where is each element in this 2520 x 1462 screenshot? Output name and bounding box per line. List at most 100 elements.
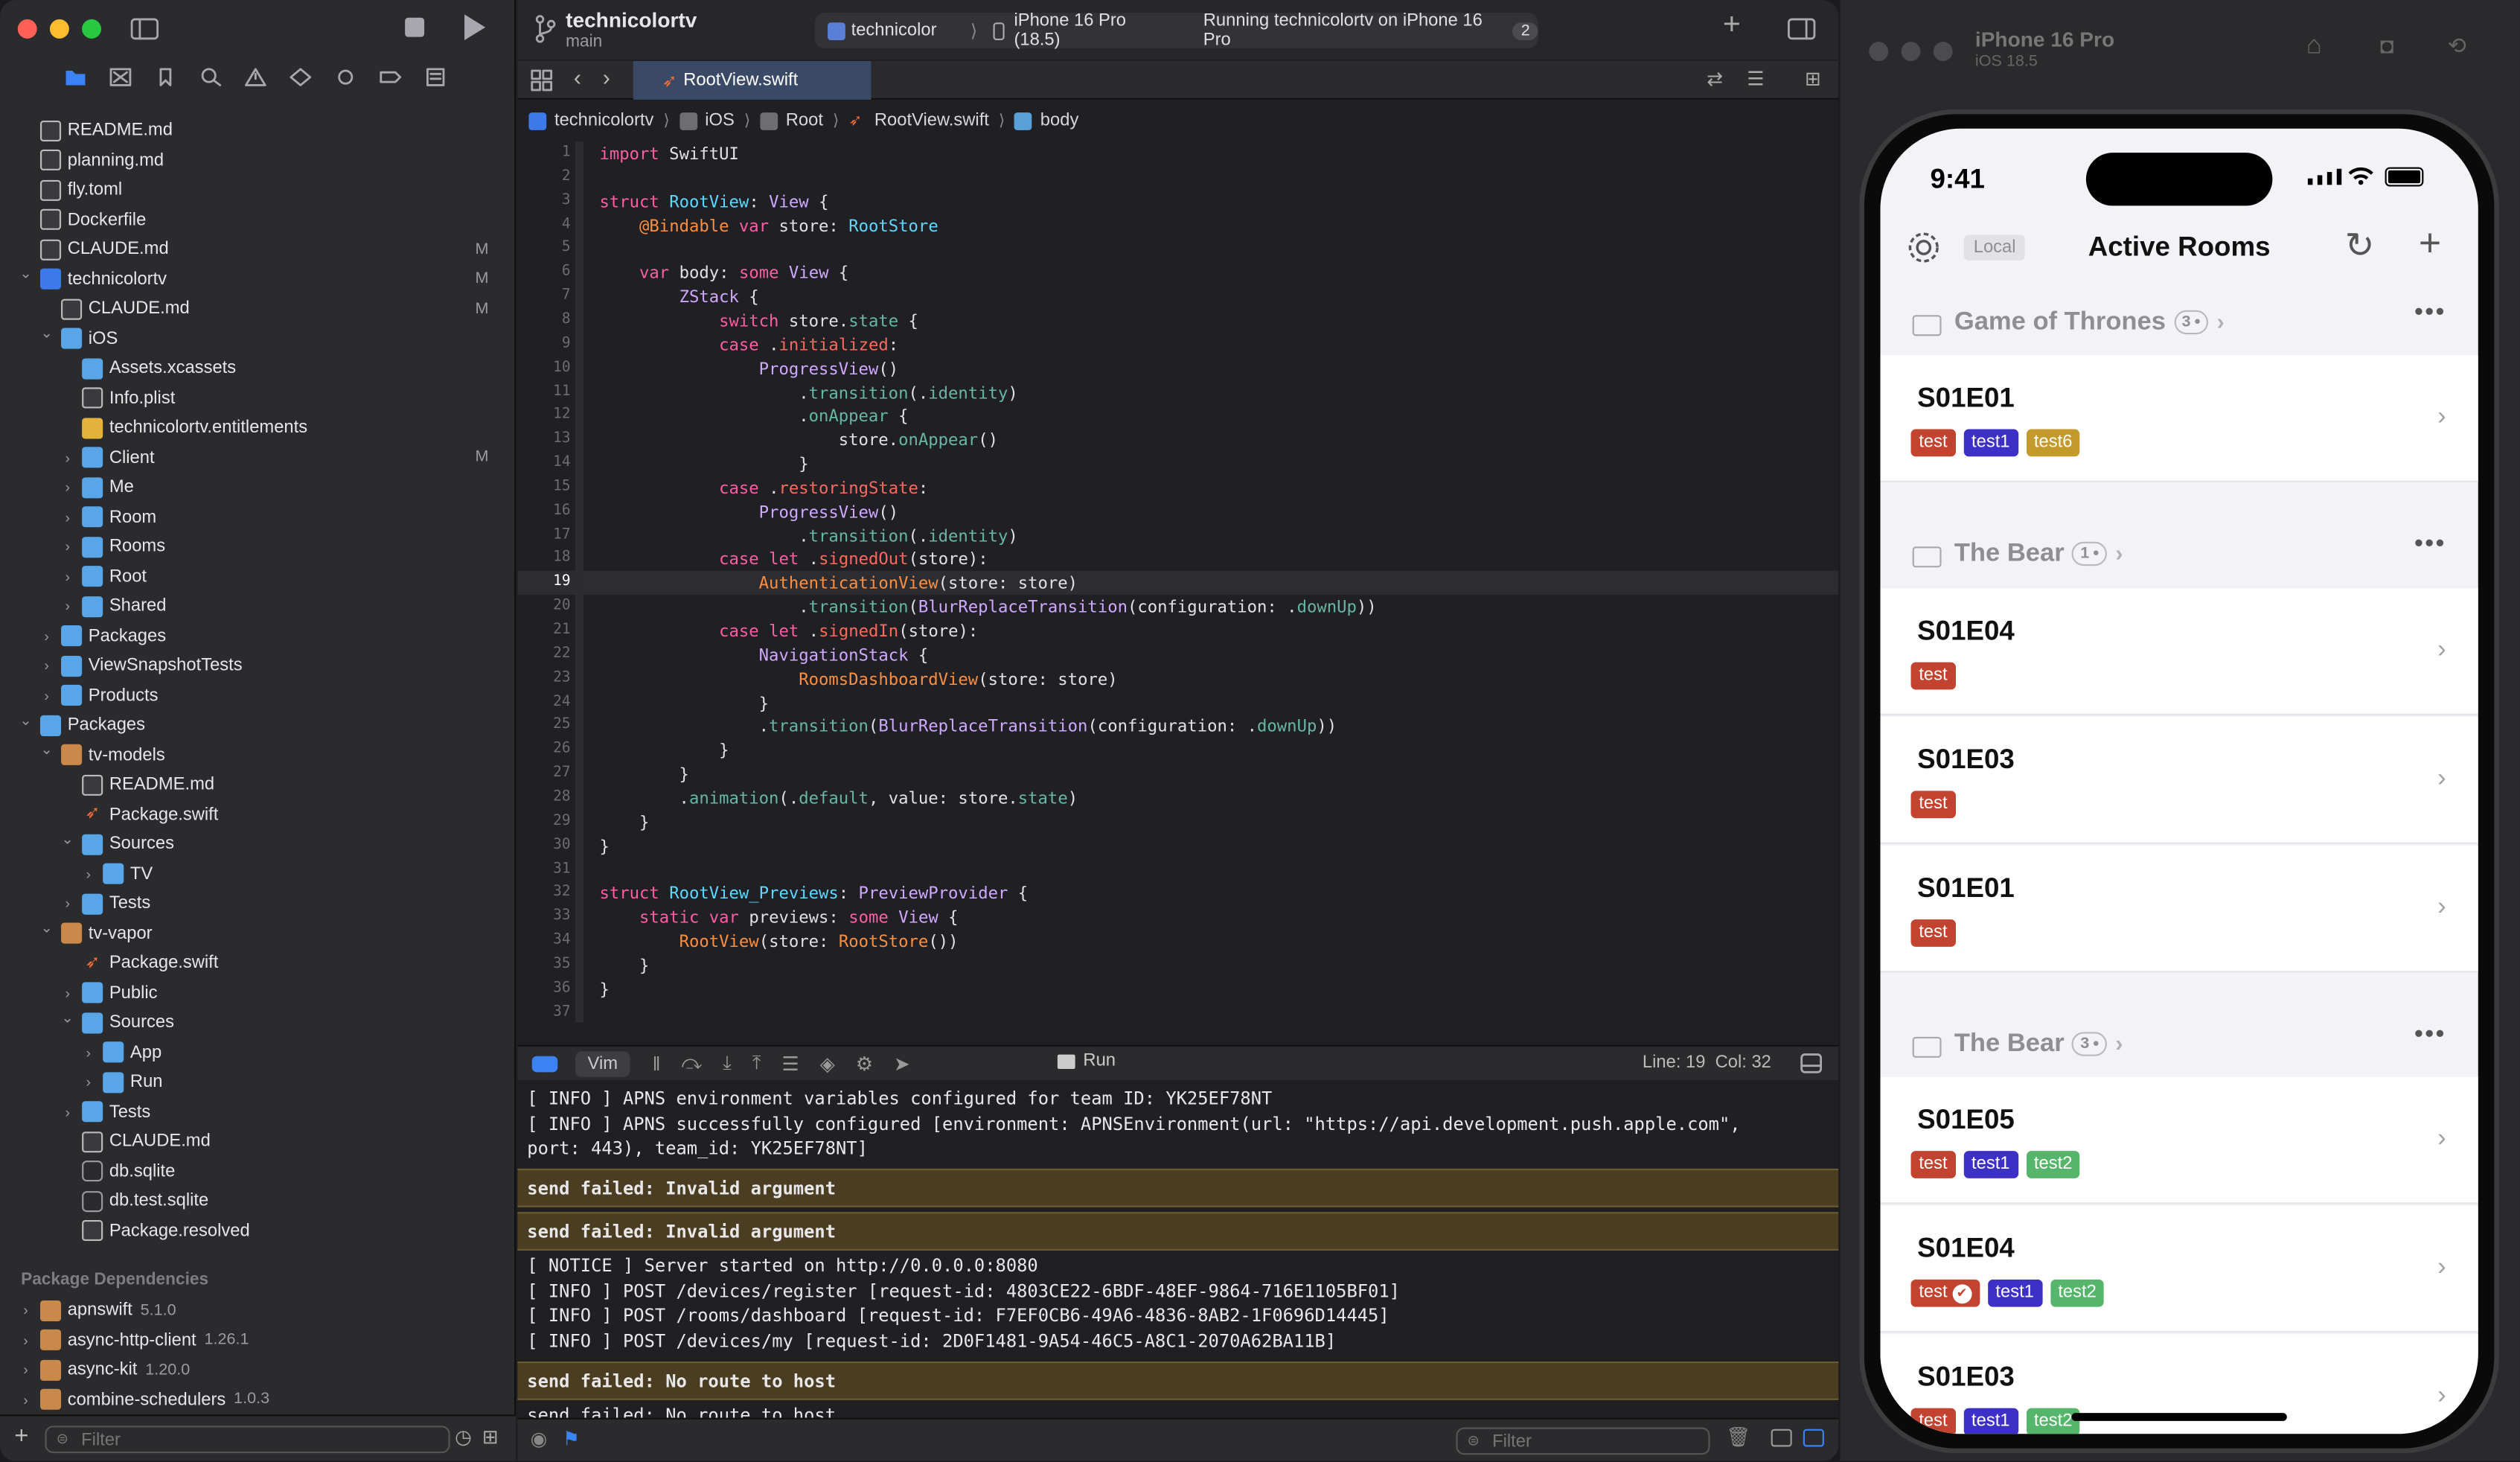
stop-icon[interactable]: [405, 17, 425, 37]
tag-badge[interactable]: test: [1910, 429, 1956, 457]
code-line[interactable]: 22 NavigationStack {: [517, 646, 1838, 670]
sidebar-item[interactable]: CLAUDE.md: [60, 1127, 516, 1157]
zoom-window-button[interactable]: [1933, 42, 1953, 62]
sidebar-item[interactable]: technicolortv.entitlements: [60, 413, 516, 443]
vim-mode-badge[interactable]: Vim: [575, 1051, 630, 1077]
code-line[interactable]: 18 case let .signedOut(store):: [517, 550, 1838, 574]
step-over-icon[interactable]: ⤼: [682, 1051, 703, 1075]
eye-icon[interactable]: ◉: [531, 1428, 548, 1450]
console-filter-input[interactable]: [1492, 1431, 1686, 1451]
console-filter-field[interactable]: ⊜: [1456, 1427, 1710, 1455]
code-line[interactable]: 20 .transition(BlurReplaceTransition(con…: [517, 598, 1838, 622]
code-line[interactable]: 9 case .initialized:: [517, 336, 1838, 360]
sidebar-item[interactable]: › Tests: [60, 1097, 516, 1127]
chevron-right-icon[interactable]: ›: [39, 658, 55, 674]
chevron-right-icon[interactable]: ›: [60, 896, 76, 912]
code-line[interactable]: 23 RoomsDashboardView(store: store): [517, 670, 1838, 694]
view-hierarchy-icon[interactable]: ☰: [781, 1052, 799, 1074]
code-line[interactable]: 13 store.onAppear(): [517, 431, 1838, 455]
chevron-right-icon[interactable]: ›: [60, 985, 76, 1001]
tag-badge[interactable]: test1: [1987, 1279, 2042, 1307]
zoom-window-button[interactable]: [82, 19, 102, 39]
sidebar-item[interactable]: Info.plist: [60, 383, 516, 413]
sidebar-item[interactable]: ⌄ Sources: [60, 1008, 516, 1038]
tag-badge[interactable]: test ✔: [1910, 1279, 1980, 1307]
breakpoint-icon[interactable]: [380, 68, 402, 87]
sidebar-item[interactable]: › Packages: [39, 622, 516, 651]
source-editor[interactable]: 1 import SwiftUI 2 3 struct RootView: View {…: [517, 141, 1839, 1042]
warning-icon[interactable]: [244, 68, 266, 87]
code-line[interactable]: 16 ProgressView(): [517, 502, 1838, 526]
chevron-right-icon[interactable]: ›: [18, 1392, 34, 1408]
modified-filter-icon[interactable]: ⊞: [482, 1426, 499, 1448]
chevron-down-icon[interactable]: ⌄: [39, 920, 55, 938]
code-line[interactable]: 7 ZStack {: [517, 288, 1838, 312]
sidebar-item[interactable]: ⌄ Sources: [60, 829, 516, 859]
code-line[interactable]: 8 switch store.state {: [517, 312, 1838, 336]
code-line[interactable]: 28 .animation(.default, value: store.sta…: [517, 789, 1838, 813]
episode-row[interactable]: S01E01 test test1 test6 ›: [1880, 355, 2478, 482]
code-line[interactable]: 30}: [517, 837, 1838, 861]
code-line[interactable]: 25 .transition(BlurReplaceTransition(con…: [517, 718, 1838, 741]
chevron-right-icon[interactable]: ›: [39, 628, 55, 645]
tag-badge[interactable]: test1: [1963, 429, 2018, 457]
console-output[interactable]: [ INFO ] APNS environment variables conf…: [517, 1080, 1839, 1426]
code-line[interactable]: 26 }: [517, 741, 1838, 765]
code-line[interactable]: 24 }: [517, 694, 1838, 718]
code-line[interactable]: 15 case .restoringState:: [517, 479, 1838, 502]
trash-icon[interactable]: 🗑: [1726, 1426, 1750, 1448]
chevron-down-icon[interactable]: ⌄: [18, 712, 34, 730]
tag-badge[interactable]: test: [1910, 919, 1956, 947]
code-line[interactable]: 6 var body: some View {: [517, 264, 1838, 288]
chevron-down-icon[interactable]: ⌄: [60, 831, 76, 849]
chevron-right-icon[interactable]: ›: [60, 509, 76, 526]
chevron-right-icon[interactable]: ›: [80, 1074, 97, 1091]
sidebar-item[interactable]: db.sqlite: [60, 1157, 516, 1187]
room-section-header[interactable]: The Bear 3 ● › •••: [1880, 1015, 2478, 1079]
episode-row[interactable]: S01E04 test ✔ test1 test2 ›: [1880, 1205, 2478, 1333]
chevron-down-icon[interactable]: ⌄: [18, 266, 34, 284]
sidebar-item[interactable]: ➶ Package.swift: [60, 948, 516, 978]
minimize-window-button[interactable]: [1901, 42, 1921, 62]
split-editor-icon[interactable]: ⊞: [1805, 68, 1821, 90]
code-line[interactable]: 17 .transition(.identity): [517, 526, 1838, 550]
add-library-icon[interactable]: +: [1723, 8, 1741, 44]
chevron-right-icon[interactable]: ›: [39, 688, 55, 704]
sidebar-item[interactable]: ⌄ tv-models: [39, 740, 516, 770]
episode-row[interactable]: S01E03 test ›: [1880, 717, 2478, 844]
editor-options-icon[interactable]: ☰: [1747, 68, 1764, 90]
sidebar-item[interactable]: Assets.xcassets: [60, 354, 516, 383]
grid-icon[interactable]: [531, 69, 553, 92]
variables-icon[interactable]: ⚑: [563, 1428, 580, 1450]
code-line[interactable]: 21 case let .signedIn(store):: [517, 622, 1838, 646]
hide-debug-area-icon[interactable]: [1800, 1053, 1823, 1073]
chevron-right-icon[interactable]: ›: [60, 479, 76, 496]
source-control-icon[interactable]: [109, 68, 132, 87]
tag-badge[interactable]: test1: [1963, 1408, 2018, 1434]
chevron-right-icon[interactable]: ›: [60, 539, 76, 555]
dependency-item[interactable]: › async-kit 1.20.0: [18, 1355, 190, 1385]
sidebar-item[interactable]: › ViewSnapshotTests: [39, 651, 516, 681]
navigator-filter-input[interactable]: [81, 1429, 403, 1449]
dependency-item[interactable]: › combine-schedulers 1.0.3: [18, 1385, 269, 1414]
sidebar-item[interactable]: › Run: [80, 1067, 516, 1097]
chevron-right-icon[interactable]: ›: [60, 1104, 76, 1120]
tag-badge[interactable]: test: [1910, 791, 1956, 819]
code-line[interactable]: 14 }: [517, 455, 1838, 479]
home-icon[interactable]: ⌂: [2306, 32, 2322, 61]
folder-icon[interactable]: [64, 68, 86, 87]
sidebar-item[interactable]: planning.md: [18, 145, 516, 175]
debug-icon[interactable]: [334, 68, 356, 87]
memory-graph-icon[interactable]: ◈: [820, 1052, 835, 1074]
sidebar-item[interactable]: README.md: [60, 770, 516, 799]
room-section-header[interactable]: The Bear 1 ● › •••: [1880, 524, 2478, 588]
chevron-down-icon[interactable]: ⌄: [60, 1009, 76, 1027]
code-line[interactable]: 11 .transition(.identity): [517, 383, 1838, 407]
simulate-location-icon[interactable]: ➤: [894, 1052, 910, 1074]
room-section-header[interactable]: Game of Thrones 3 ● › •••: [1880, 293, 2478, 357]
code-line[interactable]: 36}: [517, 980, 1838, 1004]
chevron-right-icon[interactable]: ›: [60, 569, 76, 585]
pause-icon[interactable]: ‖: [653, 1052, 661, 1074]
code-line[interactable]: 35 }: [517, 957, 1838, 980]
recent-files-icon[interactable]: ◷: [455, 1426, 472, 1448]
